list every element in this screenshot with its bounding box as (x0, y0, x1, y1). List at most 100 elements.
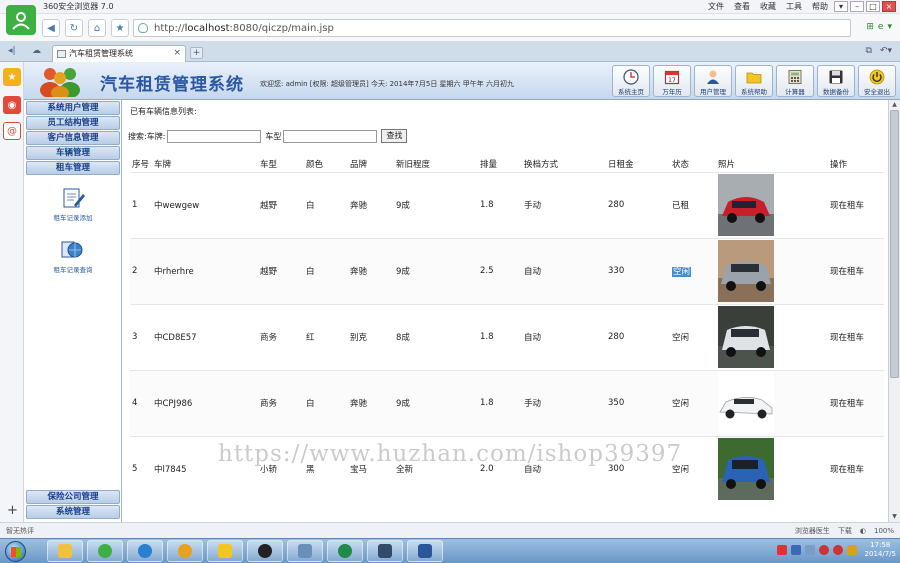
tab-close-icon[interactable]: × (173, 46, 181, 61)
safe-exit-button[interactable]: 安全退出 (858, 65, 896, 97)
refresh-icon[interactable]: ↻ (65, 19, 83, 37)
browser-logo-icon[interactable] (6, 5, 36, 35)
taskbar-app-word[interactable] (407, 540, 443, 562)
menu-file[interactable]: 文件 (708, 1, 724, 12)
plate-search-input[interactable] (167, 129, 262, 143)
user-manage-button[interactable]: 用户管理 (694, 65, 732, 97)
rent-now-link[interactable]: 现在租车 (828, 171, 884, 238)
minimize-button[interactable]: – (850, 1, 864, 12)
car-photo (718, 438, 774, 501)
scrollbar-thumb[interactable] (890, 110, 899, 378)
rent-now-link[interactable]: 现在租车 (828, 369, 884, 436)
cell-no: 2 (130, 237, 152, 304)
compat-mode-icon[interactable]: ⊞ (866, 22, 874, 32)
menu-staff-structure[interactable]: 员工结构管理 (26, 116, 120, 130)
left-navigation: 系统用户管理 员工结构管理 客户信息管理 车辆管理 租车管理 租车记录添加 租车… (24, 100, 122, 522)
address-bar[interactable]: http://localhost:8080/qiczp/main.jsp (133, 19, 851, 37)
network-icon (298, 544, 312, 558)
menu-rental-management[interactable]: 租车管理 (26, 161, 120, 175)
taskbar-clock[interactable]: 17:58 2014/7/5 (865, 541, 896, 559)
skin-button[interactable]: ▾ (834, 1, 848, 12)
cell-plate: 中CPJ986 (152, 369, 258, 436)
home-page-button[interactable]: 系统主页 (612, 65, 650, 97)
clock-icon (622, 68, 640, 85)
menu-insurance-company[interactable]: 保险公司管理 (26, 490, 120, 504)
taskbar-app-search[interactable] (47, 540, 83, 562)
favorites-star-icon[interactable]: ★ (3, 68, 21, 86)
tab-main[interactable]: 汽车租赁管理系统 × (52, 45, 186, 62)
weibo-icon[interactable]: ◉ (3, 96, 21, 114)
menu-vehicle-management[interactable]: 车辆管理 (26, 146, 120, 160)
taskbar-app-network[interactable] (287, 540, 323, 562)
menu-favorites[interactable]: 收藏 (760, 1, 776, 12)
col-header-photo: 照片 (718, 159, 736, 170)
taskbar-app-qq[interactable] (247, 540, 283, 562)
cell-daily-rent: 350 (606, 369, 670, 436)
menu-customer-info[interactable]: 客户信息管理 (26, 131, 120, 145)
menu-help[interactable]: 帮助 (812, 1, 828, 12)
search-button[interactable]: 查找 (381, 129, 408, 143)
back-arrow-icon[interactable]: ◀ (42, 19, 60, 37)
email-icon[interactable]: @ (3, 122, 21, 140)
taskbar-app-fruit[interactable] (167, 540, 203, 562)
calculator-label: 计算器 (785, 88, 805, 96)
rent-now-link[interactable]: 现在租车 (828, 237, 884, 304)
rent-now-link[interactable]: 现在租车 (828, 303, 884, 370)
taskbar-app-globe[interactable] (327, 540, 363, 562)
menu-view[interactable]: 查看 (734, 1, 750, 12)
download-link[interactable]: 下载 (838, 526, 852, 536)
sidebar-toggle-icon[interactable]: ◂| (8, 46, 16, 56)
menu-system-users[interactable]: 系统用户管理 (26, 101, 120, 115)
rent-now-link[interactable]: 现在租车 (828, 435, 884, 502)
search-form: 搜索:车牌: 车型 查找 (128, 129, 408, 143)
speaker-icon[interactable]: ◐ (860, 527, 866, 535)
maximize-button[interactable]: □ (866, 1, 880, 12)
rental-submenu: 租车记录添加 租车记录查询 (24, 178, 122, 282)
scroll-down-arrow-icon[interactable]: ▼ (890, 513, 899, 521)
rental-record-add-item[interactable]: 租车记录添加 (24, 178, 122, 230)
tray-help-icon[interactable] (790, 545, 801, 555)
add-sidebar-app-icon[interactable]: + (7, 503, 18, 518)
cell-status: 空闲 (672, 267, 692, 277)
scroll-up-arrow-icon[interactable]: ▲ (890, 101, 899, 109)
car-photo (718, 372, 774, 434)
calculator-button[interactable]: 计算器 (776, 65, 814, 97)
tray-qq-icon[interactable] (818, 545, 829, 555)
tray-volume-icon[interactable] (846, 545, 857, 555)
taskbar-app-media[interactable] (127, 540, 163, 562)
type-search-input[interactable] (283, 129, 378, 143)
tray-qq2-icon[interactable] (832, 545, 843, 555)
start-button[interactable] (5, 541, 26, 562)
cloud-icon[interactable]: ☁ (32, 46, 41, 56)
data-backup-button[interactable]: 数据备份 (817, 65, 855, 97)
col-header-plate: 车牌 (154, 159, 172, 170)
cell-type: 越野 (258, 237, 304, 304)
rental-record-query-item[interactable]: 租车记录查询 (24, 230, 122, 282)
tray-ime-icon[interactable] (776, 545, 787, 555)
menu-system-management[interactable]: 系统管理 (26, 505, 120, 519)
system-help-button[interactable]: 系统帮助 (735, 65, 773, 97)
home-page-label: 系统主页 (618, 88, 644, 96)
tab-list-icon[interactable]: ⧉ (866, 46, 872, 56)
taskbar-app-editor[interactable] (367, 540, 403, 562)
taskbar-app-360-browser[interactable] (87, 540, 123, 562)
dropdown-chevron-icon[interactable]: ▾ (887, 22, 892, 32)
favorite-star-icon[interactable]: ★ (111, 19, 129, 37)
browser-doctor-link[interactable]: 浏览器医生 (795, 526, 830, 536)
new-tab-button[interactable]: + (190, 47, 203, 59)
browser-e-icon[interactable]: e (878, 22, 884, 32)
menu-tools[interactable]: 工具 (786, 1, 802, 12)
calendar-button[interactable]: 17 万年历 (653, 65, 691, 97)
zoom-level[interactable]: 100% (874, 527, 894, 535)
undo-close-icon[interactable]: ↶▾ (880, 46, 892, 56)
windows-taskbar: 17:58 2014/7/5 (0, 538, 900, 563)
taskbar-app-explorer[interactable] (207, 540, 243, 562)
people-logo-icon (40, 68, 80, 97)
globe-icon (338, 544, 352, 558)
cell-transmission: 手动 (522, 171, 606, 238)
close-button[interactable]: × (882, 1, 896, 12)
tray-network-icon[interactable] (804, 545, 815, 555)
home-icon[interactable]: ⌂ (88, 19, 106, 37)
vertical-scrollbar[interactable]: ▲ ▼ (888, 100, 900, 522)
app-header: 汽车租赁管理系统 欢迎您: admin [权限: 超级管理员] 今天: 2014… (24, 62, 900, 100)
